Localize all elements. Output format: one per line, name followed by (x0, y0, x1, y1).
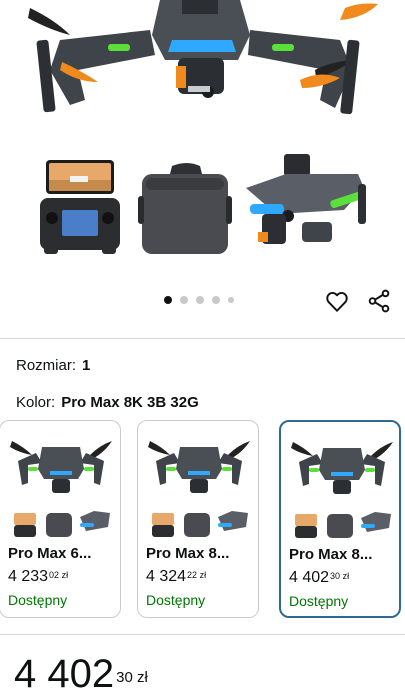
variant-price-currency: zł (342, 571, 350, 581)
variant-thumbnail (6, 433, 116, 544)
variant-thumbnail-image (148, 441, 250, 537)
carousel-dot[interactable] (228, 297, 234, 303)
heart-icon (326, 291, 348, 312)
variant-price: 4 23302 zł (8, 568, 68, 586)
variant-title: Pro Max 8... (289, 546, 373, 563)
drone-hero-image (28, 0, 378, 254)
drone-main-illustration (28, 0, 378, 115)
share-button[interactable] (366, 288, 392, 314)
variant-availability: Dostępny (146, 592, 206, 608)
carousel-dot[interactable] (180, 296, 188, 304)
product-image-carousel[interactable] (0, 0, 405, 280)
variant-title: Pro Max 6... (8, 545, 92, 562)
share-icon (368, 289, 390, 313)
section-divider (0, 634, 405, 635)
variant-price: 4 40230 zł (289, 569, 349, 587)
variant-cards-scroller[interactable]: Pro Max 6... 4 23302 zł Dostępny Pro Max 8.… (0, 420, 405, 622)
size-row: Rozmiar: 1 (16, 357, 90, 374)
variant-price: 4 32422 zł (146, 568, 206, 586)
variant-price-currency: zł (199, 570, 207, 580)
variant-card[interactable]: Pro Max 8... 4 32422 zł Dostępny (137, 420, 259, 618)
variant-availability: Dostępny (289, 593, 349, 609)
size-value: 1 (82, 357, 91, 374)
price-fraction-currency: 30 zł (116, 669, 148, 686)
variant-price-fraction-currency: 22 zł (187, 570, 206, 580)
color-label: Kolor: (16, 394, 56, 411)
variant-price-fraction: 22 (187, 570, 198, 580)
section-divider (0, 338, 405, 339)
carousel-dot[interactable] (212, 296, 220, 304)
color-value: Pro Max 8K 3B 32G (61, 394, 199, 411)
price-currency: zł (136, 669, 148, 686)
product-price: 4 402 30 zł (14, 652, 148, 696)
variant-availability: Dostępny (8, 592, 68, 608)
carousel-dot[interactable] (196, 296, 204, 304)
variant-title: Pro Max 8... (146, 545, 230, 562)
variant-price-fraction: 30 (330, 571, 341, 581)
carousel-dot-active[interactable] (164, 296, 172, 304)
variant-price-whole: 4 402 (289, 569, 330, 586)
variant-price-whole: 4 324 (146, 568, 187, 585)
variant-card[interactable]: Pro Max 8... 4 40230 zł Dostępny (279, 420, 401, 618)
drone-angle-image (246, 154, 366, 244)
variant-price-fraction-currency: 30 zł (330, 571, 349, 581)
variant-card[interactable]: Pro Max 6... 4 23302 zł Dostępny (0, 420, 121, 618)
variant-thumbnail-image (291, 442, 393, 538)
color-row: Kolor: Pro Max 8K 3B 32G (16, 394, 199, 411)
price-fraction: 30 (116, 669, 133, 686)
variant-thumbnail (287, 434, 397, 545)
carrying-bag-image (138, 163, 232, 254)
controller-with-phone-image (40, 160, 120, 254)
carousel-pagination[interactable] (164, 296, 234, 304)
variant-price-currency: zł (61, 570, 69, 580)
size-label: Rozmiar: (16, 357, 77, 374)
like-button[interactable] (324, 288, 350, 314)
variant-price-fraction-currency: 02 zł (49, 570, 68, 580)
price-whole: 4 402 (14, 652, 115, 696)
variant-thumbnail-image (10, 441, 112, 537)
variant-thumbnail (144, 433, 254, 544)
variant-price-fraction: 02 (49, 570, 60, 580)
variant-price-whole: 4 233 (8, 568, 49, 585)
